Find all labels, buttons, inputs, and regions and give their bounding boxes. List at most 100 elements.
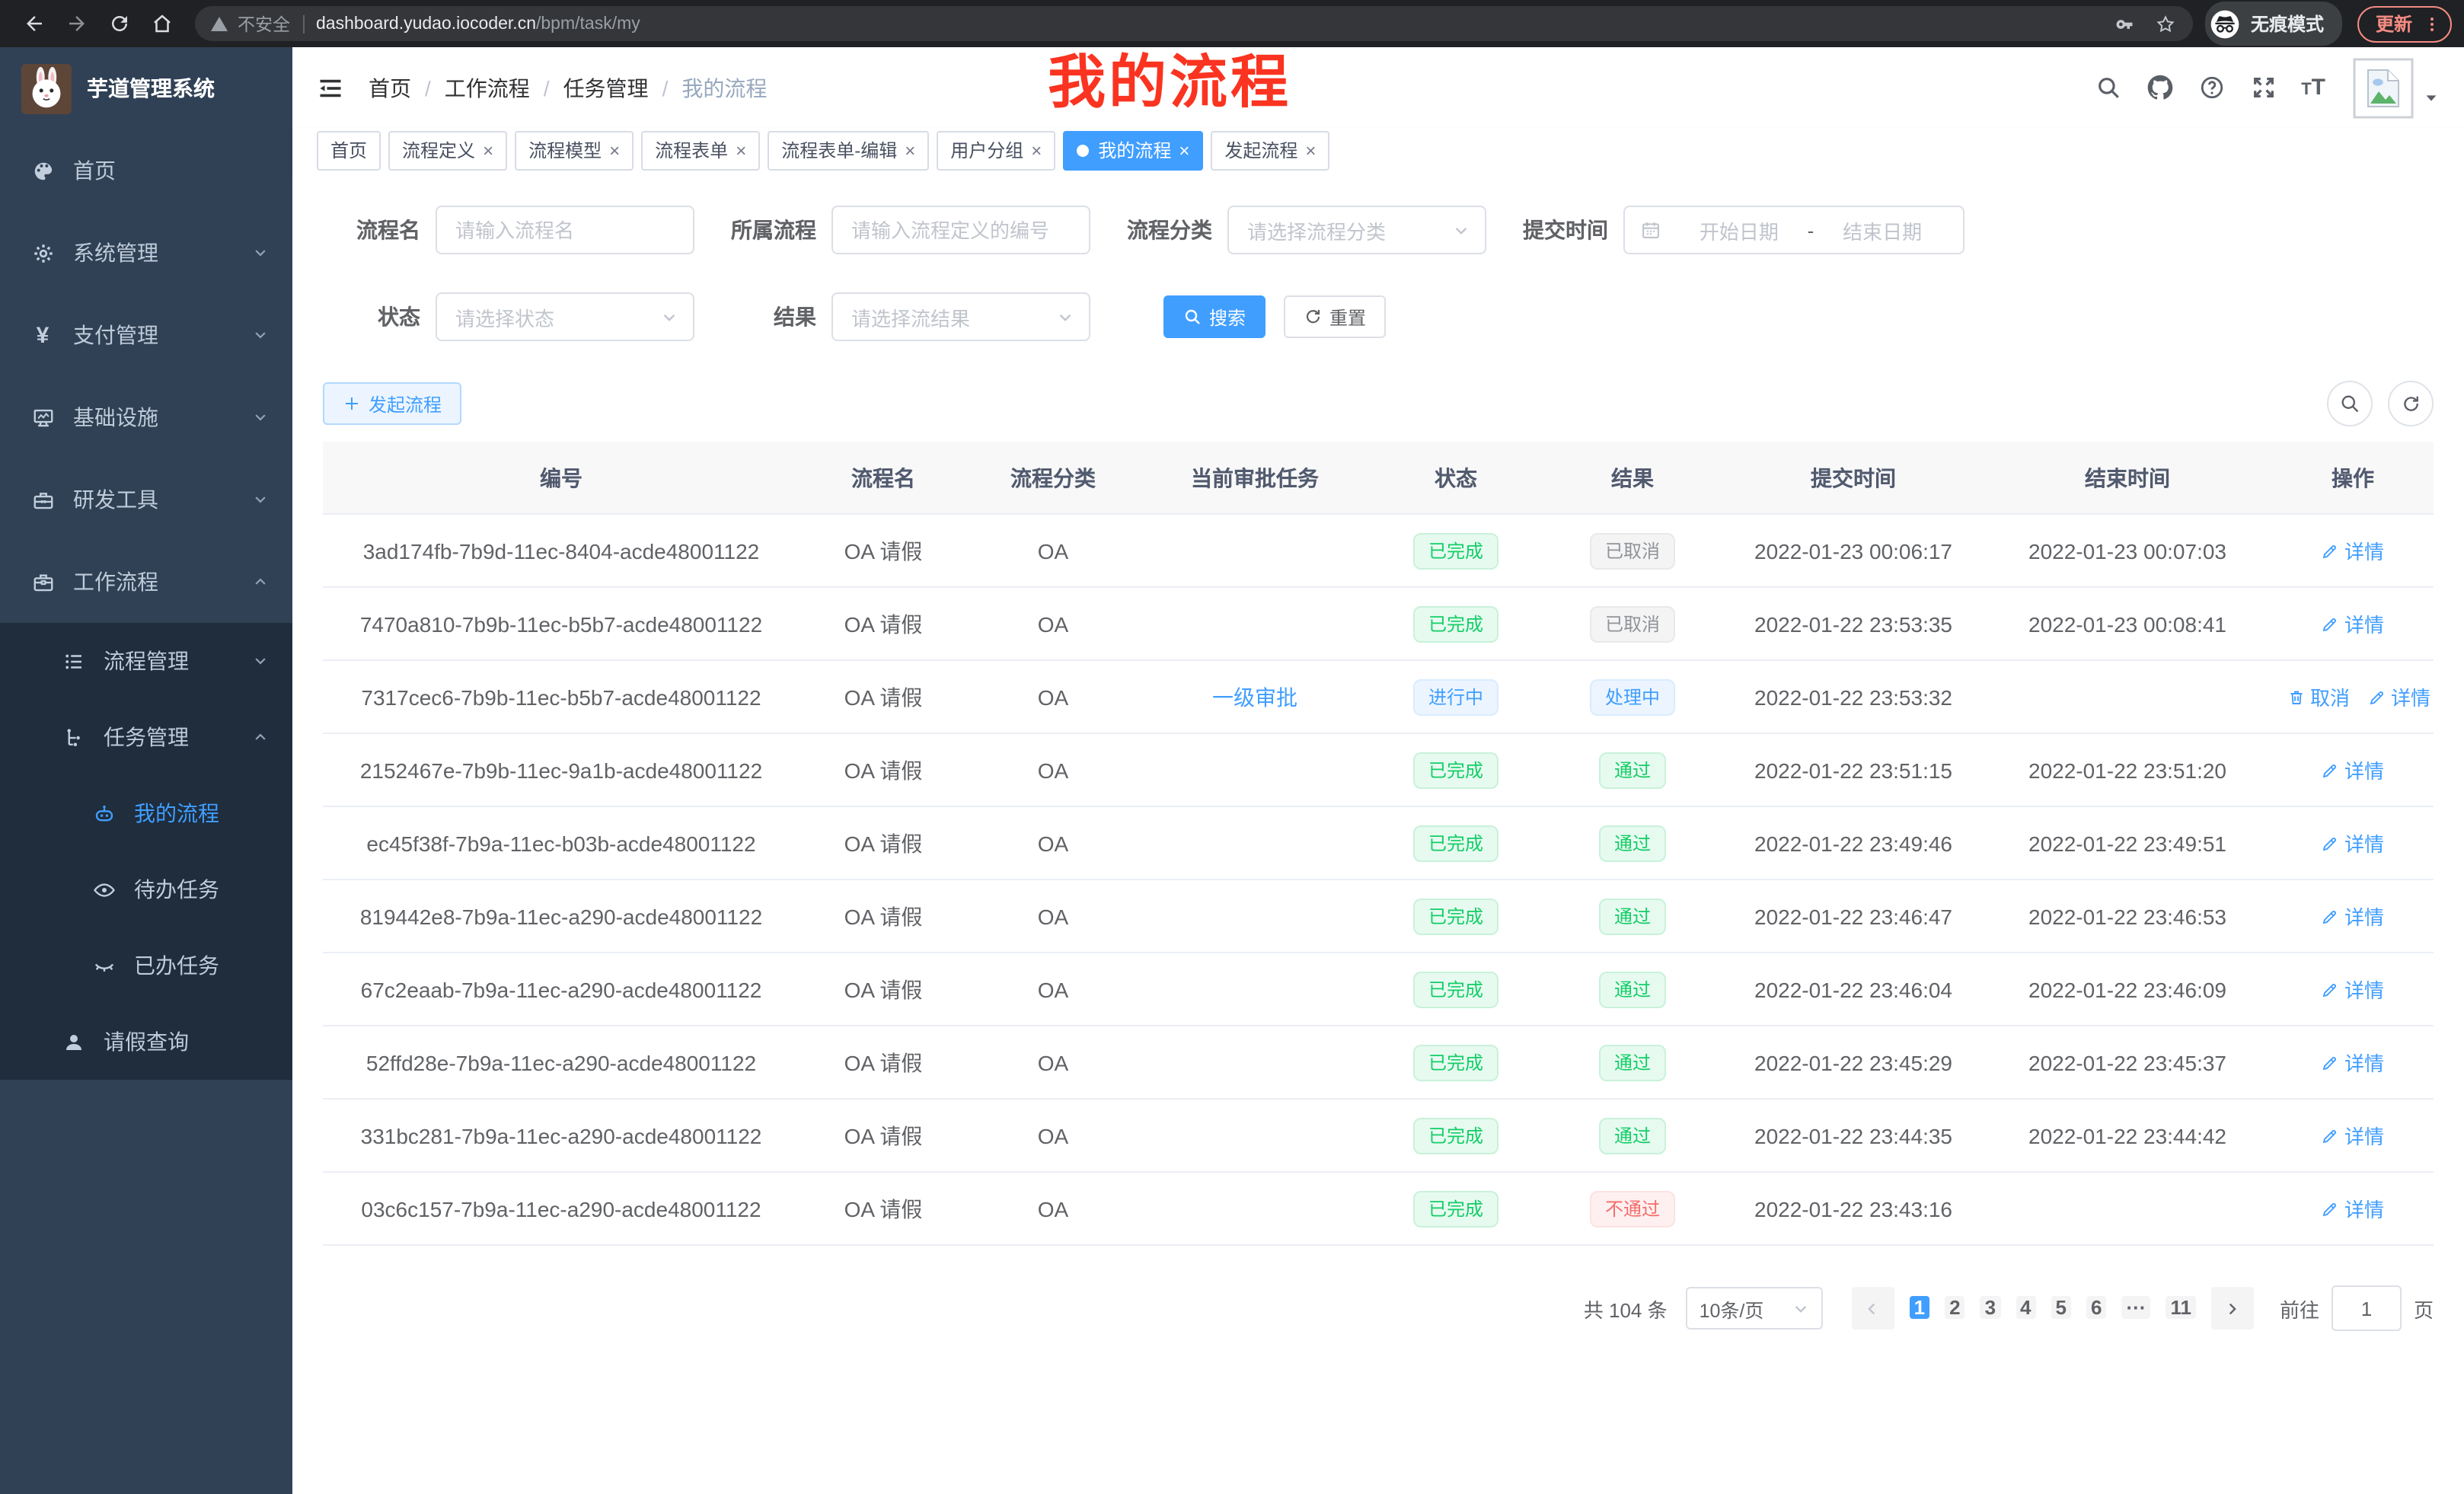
sidebar-item-my-process[interactable]: 我的流程	[0, 775, 292, 851]
sidebar-item-infrastructure[interactable]: 基础设施	[0, 376, 292, 458]
task-link[interactable]: 一级审批	[1212, 685, 1297, 709]
close-icon[interactable]: ×	[1031, 132, 1042, 169]
detail-link[interactable]: 详情	[2322, 1121, 2384, 1150]
detail-link[interactable]: 详情	[2322, 755, 2384, 784]
reset-button[interactable]: 重置	[1284, 295, 1386, 338]
page-button-5[interactable]: 5	[2051, 1296, 2071, 1319]
sidebar-item-process-mgmt[interactable]: 流程管理	[0, 623, 292, 699]
sidebar-item-dev-tools[interactable]: 研发工具	[0, 458, 292, 541]
sidebar-item-system[interactable]: 系统管理	[0, 212, 292, 294]
tab-process-form[interactable]: 流程表单×	[641, 131, 760, 171]
toolbox-icon	[30, 487, 55, 512]
cell-current-task	[1139, 1026, 1371, 1099]
tab-process-definition[interactable]: 流程定义×	[388, 131, 507, 171]
page-button-4[interactable]: 4	[2016, 1296, 2035, 1319]
detail-link[interactable]: 详情	[2322, 536, 2384, 565]
detail-link[interactable]: 详情	[2322, 1048, 2384, 1077]
tab-process-form-edit[interactable]: 流程表单-编辑×	[768, 131, 929, 171]
list-icon	[61, 649, 85, 673]
close-icon[interactable]: ×	[1179, 132, 1189, 169]
page-button-11[interactable]: 11	[2166, 1296, 2196, 1319]
page-size-select[interactable]: 10条/页	[1686, 1287, 1823, 1330]
create-process-button[interactable]: 发起流程	[323, 382, 461, 425]
reload-icon[interactable]	[107, 11, 131, 36]
breadcrumb-item[interactable]: 任务管理	[563, 72, 649, 103]
sidebar-item-home[interactable]: 首页	[0, 129, 292, 212]
font-size-icon[interactable]: TT	[2301, 75, 2325, 101]
trash-icon	[2287, 688, 2306, 706]
sidebar-item-workflow[interactable]: 工作流程	[0, 541, 292, 623]
chevron-down-icon[interactable]	[2423, 90, 2440, 107]
sidebar-item-todo-tasks[interactable]: 待办任务	[0, 851, 292, 927]
page-button-1[interactable]: 1	[1910, 1296, 1929, 1319]
fullscreen-icon[interactable]	[2249, 74, 2277, 101]
update-button[interactable]: 更新	[2357, 5, 2452, 42]
tab-home[interactable]: 首页	[317, 131, 381, 171]
page-button-3[interactable]: 3	[1980, 1296, 2000, 1319]
search-icon[interactable]	[2094, 74, 2121, 101]
app-logo-row[interactable]: 芋道管理系统	[0, 47, 292, 129]
address-bar[interactable]: 不安全 dashboard.yudao.iocoder.cn/bpm/task/…	[195, 6, 2193, 41]
status-badge: 已完成	[1413, 825, 1499, 861]
goto-page-input[interactable]	[2332, 1285, 2402, 1331]
detail-link[interactable]: 详情	[2322, 975, 2384, 1004]
edit-icon	[2322, 615, 2340, 633]
cancel-link[interactable]: 取消	[2287, 682, 2350, 711]
pager-more[interactable]: ···	[2121, 1296, 2150, 1319]
tab-process-model[interactable]: 流程模型×	[515, 131, 634, 171]
key-icon[interactable]	[2114, 12, 2137, 35]
show-search-button[interactable]	[2327, 381, 2373, 426]
cell-id: 819442e8-7b9a-11ec-a290-acde48001122	[323, 879, 800, 953]
home-icon[interactable]	[149, 11, 174, 36]
sidebar-item-leave-query[interactable]: 请假查询	[0, 1004, 292, 1080]
detail-link[interactable]: 详情	[2368, 682, 2430, 711]
close-icon[interactable]: ×	[483, 132, 493, 169]
detail-link[interactable]: 详情	[2322, 902, 2384, 931]
close-icon[interactable]: ×	[609, 132, 620, 169]
result-badge: 通过	[1599, 752, 1666, 788]
tab-label: 发起流程	[1224, 132, 1297, 169]
status-badge: 已完成	[1413, 898, 1499, 934]
filter-result-select[interactable]: 请选择流结果	[831, 292, 1090, 341]
cell-status: 已完成	[1371, 514, 1541, 587]
search-button[interactable]: 搜索	[1163, 295, 1266, 338]
filter-name-input[interactable]	[436, 206, 694, 254]
sidebar-item-payment[interactable]: ¥支付管理	[0, 294, 292, 376]
close-icon[interactable]: ×	[905, 132, 915, 169]
sidebar-item-done-tasks[interactable]: 已办任务	[0, 927, 292, 1004]
github-icon[interactable]	[2146, 74, 2173, 101]
page-button-6[interactable]: 6	[2086, 1296, 2106, 1319]
menu-dots-icon[interactable]	[2423, 14, 2441, 33]
breadcrumb-item[interactable]: 工作流程	[445, 72, 530, 103]
filter-category-select[interactable]: 请选择流程分类	[1227, 206, 1486, 254]
cell-result: 通过	[1541, 1099, 1724, 1172]
tab-start-process[interactable]: 发起流程×	[1211, 131, 1329, 171]
refresh-table-button[interactable]	[2388, 381, 2434, 426]
prev-page-button[interactable]	[1852, 1287, 1894, 1330]
tab-my-process[interactable]: 我的流程×	[1063, 131, 1203, 171]
avatar[interactable]	[2353, 57, 2414, 118]
filter-time-range[interactable]: 开始日期 - 结束日期	[1623, 206, 1964, 254]
detail-link[interactable]: 详情	[2322, 1194, 2384, 1223]
hamburger-icon[interactable]	[317, 74, 344, 101]
forward-icon[interactable]	[64, 11, 88, 36]
page-button-2[interactable]: 2	[1945, 1296, 1964, 1319]
tab-user-group[interactable]: 用户分组×	[937, 131, 1055, 171]
close-icon[interactable]: ×	[1305, 132, 1316, 169]
filter-definition-input[interactable]	[831, 206, 1090, 254]
next-page-button[interactable]	[2211, 1287, 2254, 1330]
back-icon[interactable]	[21, 11, 46, 36]
sidebar-item-task-mgmt[interactable]: 任务管理	[0, 699, 292, 775]
breadcrumb-item[interactable]: 首页	[369, 72, 411, 103]
column-header: 编号	[323, 442, 800, 514]
filter-definition-label: 所属流程	[731, 215, 816, 245]
close-icon[interactable]: ×	[736, 132, 746, 169]
star-icon[interactable]	[2155, 12, 2178, 35]
cell-submit-time: 2022-01-22 23:49:46	[1724, 806, 1983, 879]
edit-icon	[2322, 907, 2340, 925]
cell-end-time: 2022-01-23 00:07:03	[1983, 514, 2272, 587]
help-icon[interactable]	[2197, 74, 2225, 101]
filter-status-select[interactable]: 请选择状态	[436, 292, 694, 341]
detail-link[interactable]: 详情	[2322, 609, 2384, 638]
detail-link[interactable]: 详情	[2322, 828, 2384, 857]
